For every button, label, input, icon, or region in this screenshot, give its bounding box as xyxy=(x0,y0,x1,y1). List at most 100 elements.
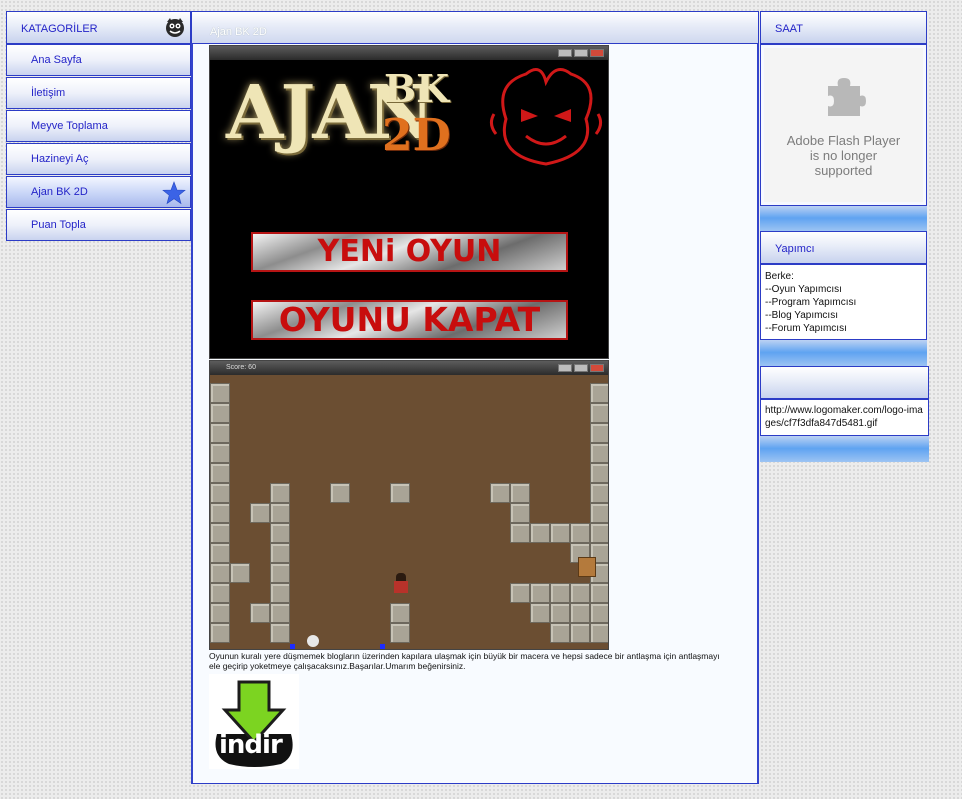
maximize-icon xyxy=(574,49,588,57)
stone-block xyxy=(590,463,608,483)
logo-header xyxy=(760,366,929,399)
stone-block xyxy=(250,503,270,523)
nav-item-label: Hazineyi Aç xyxy=(31,153,89,165)
stone-block xyxy=(230,563,250,583)
stone-block xyxy=(210,403,230,423)
stone-block xyxy=(270,563,290,583)
yapimci-title: Yapımcı xyxy=(775,243,815,255)
stone-block xyxy=(210,483,230,503)
download-button[interactable]: indir xyxy=(209,674,299,769)
window-score-title: Score: 60 xyxy=(226,364,256,371)
quit-game-button[interactable]: OYUNU KAPAT xyxy=(251,300,568,340)
stone-block xyxy=(210,463,230,483)
close-icon xyxy=(590,49,604,57)
skull-icon xyxy=(307,635,319,647)
nav-item-iletisim[interactable]: İletişim xyxy=(6,77,191,109)
stone-block xyxy=(270,483,290,503)
yapimci-header: Yapımcı xyxy=(760,231,927,264)
logo-2d: 2D xyxy=(382,110,451,161)
stone-block xyxy=(550,603,570,623)
page-title: Ajan BK 2D xyxy=(210,26,267,38)
categories-header: KATAGORİLER xyxy=(6,11,191,44)
stone-block xyxy=(590,443,608,463)
stone-block xyxy=(590,423,608,443)
stone-block xyxy=(570,603,590,623)
demon-face-icon xyxy=(489,68,603,166)
stone-block xyxy=(570,583,590,603)
center-header: Ajan BK 2D xyxy=(191,11,759,44)
stone-block xyxy=(590,403,608,423)
game-description: Oyunun kuralı yere düşmemek blogların üz… xyxy=(209,651,720,671)
nav-item-meyve-toplama[interactable]: Meyve Toplama xyxy=(6,110,191,142)
stone-block xyxy=(590,603,608,623)
stone-block xyxy=(510,483,530,503)
stone-block xyxy=(390,623,410,643)
quit-game-label: OYUNU KAPAT xyxy=(278,300,541,339)
stone-block xyxy=(490,483,510,503)
puzzle-piece-icon xyxy=(827,78,866,116)
nav-item-ana-sayfa[interactable]: Ana Sayfa xyxy=(6,44,191,76)
nav-item-hazineyi-ac[interactable]: Hazineyi Aç xyxy=(6,143,191,175)
stone-block xyxy=(590,623,608,643)
stone-block xyxy=(510,523,530,543)
stone-block xyxy=(510,583,530,603)
stone-block xyxy=(570,623,590,643)
section-divider xyxy=(760,206,927,231)
stone-block xyxy=(270,583,290,603)
yapimci-line: --Program Yapımcısı xyxy=(765,297,857,308)
stone-block xyxy=(210,503,230,523)
nav-item-ajan-bk-2d[interactable]: Ajan BK 2D xyxy=(6,176,191,208)
window-titlebar: Score: 60 xyxy=(210,361,608,375)
categories-title: KATAGORİLER xyxy=(21,23,98,35)
stone-block xyxy=(270,623,290,643)
new-game-button[interactable]: YENi OYUN xyxy=(251,232,568,272)
yapimci-line: Berke: xyxy=(765,271,794,282)
monster-face-icon xyxy=(166,18,184,37)
saat-header: SAAT xyxy=(760,11,927,44)
marker-icon xyxy=(290,644,295,649)
yapimci-list: Berke: --Oyun Yapımcısı --Program Yapımcıs… xyxy=(765,270,922,335)
yapimci-panel: Berke: --Oyun Yapımcısı --Program Yapımcıs… xyxy=(760,264,927,340)
close-icon xyxy=(590,364,604,372)
stone-block xyxy=(590,483,608,503)
saat-title: SAAT xyxy=(775,23,803,35)
door-icon xyxy=(578,557,596,577)
flash-panel: Adobe Flash Player is no longer supporte… xyxy=(760,44,927,206)
logo-bk: BK xyxy=(384,66,450,111)
nav-item-label: Meyve Toplama xyxy=(31,120,108,132)
game-menu-screenshot: AJAN BK 2D YENi OYUN OYUNU KAPAT xyxy=(209,45,609,359)
yapimci-line: --Forum Yapımcısı xyxy=(765,323,847,334)
stone-block xyxy=(590,583,608,603)
star-icon xyxy=(162,181,186,205)
stone-block xyxy=(390,603,410,623)
minimize-icon xyxy=(558,49,572,57)
minimize-icon xyxy=(558,364,572,372)
yapimci-line: --Blog Yapımcısı xyxy=(765,310,838,321)
maximize-icon xyxy=(574,364,588,372)
stone-block xyxy=(530,603,550,623)
yapimci-line: --Oyun Yapımcısı xyxy=(765,284,842,295)
stone-block xyxy=(270,603,290,623)
stone-block xyxy=(530,583,550,603)
stone-block xyxy=(210,583,230,603)
download-label: indir xyxy=(219,730,283,760)
player-icon xyxy=(394,573,408,593)
logo-url: http://www.logomaker.com/logo-images/cf7… xyxy=(765,405,923,429)
stone-block xyxy=(550,583,570,603)
stone-block xyxy=(590,383,608,403)
stone-block xyxy=(590,503,608,523)
logo-panel: http://www.logomaker.com/logo-images/cf7… xyxy=(760,399,929,436)
section-divider xyxy=(760,436,929,462)
stone-block xyxy=(210,523,230,543)
stone-block xyxy=(210,563,230,583)
stone-block xyxy=(210,603,230,623)
gameplay-screenshot: Score: 60 xyxy=(209,360,609,650)
flash-placeholder: Adobe Flash Player is no longer supporte… xyxy=(764,48,923,202)
stone-block xyxy=(210,543,230,563)
stone-block xyxy=(210,623,230,643)
nav-item-puan-topla[interactable]: Puan Topla xyxy=(6,209,191,241)
stone-block xyxy=(270,543,290,563)
stone-block xyxy=(390,483,410,503)
stone-block xyxy=(210,443,230,463)
stone-block xyxy=(270,503,290,523)
